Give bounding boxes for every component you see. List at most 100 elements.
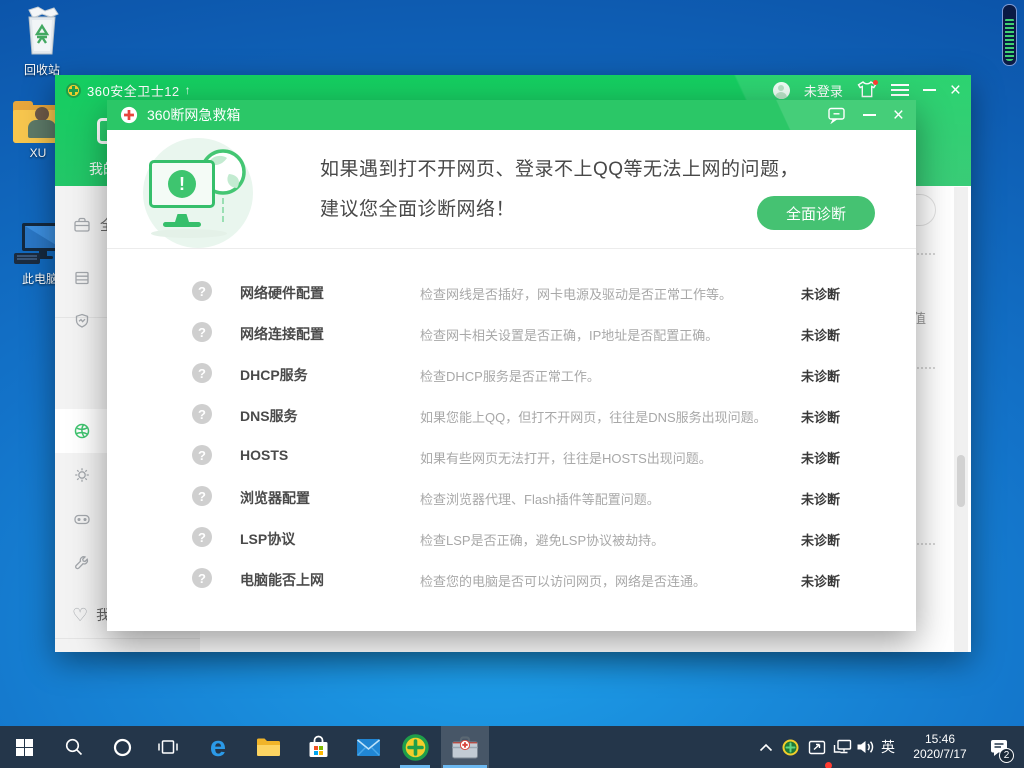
feedback-icon[interactable]	[827, 106, 846, 124]
diagnostic-status: 未诊断	[801, 284, 840, 303]
question-status-icon: ?	[192, 568, 212, 588]
close-button[interactable]: ×	[950, 81, 961, 100]
dashed-stem	[222, 198, 224, 222]
theme-skin-icon[interactable]	[857, 81, 877, 99]
start-button[interactable]	[0, 726, 48, 768]
full-diagnose-button[interactable]: 全面诊断	[757, 196, 875, 230]
desktop-icon-recycle-bin[interactable]: 回收站	[4, 6, 80, 78]
content-fragment-dots	[913, 543, 935, 545]
content-fragment-dots	[913, 367, 935, 369]
diagnostic-name: DHCP服务	[240, 365, 308, 385]
tray-show-hidden-icons[interactable]	[754, 726, 778, 768]
skin-up-arrow-icon: ↑	[185, 83, 191, 97]
diagnostic-description: 检查浏览器代理、Flash插件等配置问题。	[420, 489, 660, 508]
diagnostic-description: 检查网线是否插好，网卡电源及驱动是否正常工作等。	[420, 284, 732, 303]
diagnostic-row[interactable]: ? 浏览器配置 检查浏览器代理、Flash插件等配置问题。 未诊断	[107, 476, 916, 517]
cortana-button[interactable]	[100, 726, 144, 768]
diagnostic-row[interactable]: ? 网络连接配置 检查网卡相关设置是否正确，IP地址是否配置正确。 未诊断	[107, 312, 916, 353]
360-logo-icon	[66, 83, 81, 98]
scrollbar-track[interactable]	[954, 187, 968, 652]
diagnostic-row[interactable]: ? HOSTS 如果有些网页无法打开，往往是HOSTS出现问题。 未诊断	[107, 435, 916, 476]
user-avatar[interactable]	[773, 82, 790, 99]
diagnostic-list: ? 网络硬件配置 检查网线是否插好，网卡电源及驱动是否正常工作等。 未诊断 ? …	[107, 249, 916, 631]
diagnostic-row[interactable]: ? 网络硬件配置 检查网线是否插好，网卡电源及驱动是否正常工作等。 未诊断	[107, 271, 916, 312]
taskbar-360-security-button[interactable]	[392, 726, 438, 768]
edge-icon: e	[210, 733, 226, 762]
header-line1: 如果遇到打不开网页、登录不上QQ等无法上网的问题，	[320, 150, 799, 190]
task-view-button[interactable]	[146, 726, 190, 768]
wrench-icon	[72, 553, 92, 573]
shield-icon	[72, 311, 92, 331]
file-explorer-button[interactable]	[244, 726, 292, 768]
question-status-icon: ?	[192, 404, 212, 424]
question-status-icon: ?	[192, 445, 212, 465]
diagnostic-description: 检查LSP是否正确，避免LSP协议被劫持。	[420, 530, 664, 549]
question-status-icon: ?	[192, 527, 212, 547]
exclamation-icon: !	[168, 170, 196, 198]
tray-360-icon[interactable]	[778, 726, 802, 768]
diagnostic-name: LSP协议	[240, 529, 295, 549]
content-fragment-dots	[913, 253, 935, 255]
diagnostic-status: 未诊断	[801, 407, 840, 426]
diagnostic-name: DNS服务	[240, 406, 298, 426]
header-line2: 建议您全面诊断网络！	[320, 190, 799, 230]
dialog-title: 360断网急救箱	[147, 105, 240, 125]
diagnostic-name: HOSTS	[240, 447, 288, 463]
diagnostic-description: 检查您的电脑是否可以访问网页，网络是否连通。	[420, 571, 706, 590]
diagnostic-row[interactable]: ? LSP协议 检查LSP是否正确，避免LSP协议被劫持。 未诊断	[107, 517, 916, 558]
diagnostic-name: 网络连接配置	[240, 324, 324, 344]
heart-icon: ♡	[72, 606, 88, 624]
search-button[interactable]	[52, 726, 96, 768]
dialog-titlebar[interactable]: 360断网急救箱 ×	[107, 100, 916, 130]
mail-button[interactable]	[344, 726, 392, 768]
diagnostic-description: 如果您能上QQ，但打不开网页，往往是DNS服务出现问题。	[420, 407, 767, 426]
tray-volume-icon[interactable]	[852, 726, 878, 768]
login-status-label[interactable]: 未登录	[804, 81, 843, 100]
desktop: { "colors": { "brand_green": "#14ce60", …	[0, 0, 1024, 768]
tray-network-icon[interactable]	[830, 726, 854, 768]
tray-clock[interactable]: 15:46 2020/7/17	[898, 726, 982, 768]
diagnostic-description: 如果有些网页无法打开，往往是HOSTS出现问题。	[420, 448, 712, 467]
diagnostic-status: 未诊断	[801, 489, 840, 508]
dialog-header-text: 如果遇到打不开网页、登录不上QQ等无法上网的问题， 建议您全面诊断网络！	[320, 150, 799, 230]
edge-browser-button[interactable]: e	[194, 726, 242, 768]
tray-ime-indicator[interactable]: 英	[876, 726, 900, 768]
main-window-title: 360安全卫士12	[87, 81, 180, 100]
question-status-icon: ?	[192, 281, 212, 301]
ime-label: 英	[881, 737, 895, 757]
notification-count-badge: 2	[999, 748, 1014, 763]
taskbar-first-aid-button[interactable]	[441, 726, 489, 768]
menu-icon[interactable]	[891, 84, 909, 96]
diagnostic-status: 未诊断	[801, 448, 840, 467]
diagnostic-row[interactable]: ? DHCP服务 检查DHCP服务是否正常工作。 未诊断	[107, 353, 916, 394]
diagnostic-row[interactable]: ? 电脑能否上网 检查您的电脑是否可以访问网页，网络是否连通。 未诊断	[107, 558, 916, 599]
question-status-icon: ?	[192, 486, 212, 506]
volume-level-widget	[1002, 4, 1017, 66]
dialog-network-first-aid[interactable]: 360断网急救箱 × ! 如果遇到打不开网页、登录不上QQ等无法上网的问题， 建	[107, 100, 916, 631]
diagnostic-status: 未诊断	[801, 366, 840, 385]
diagnostic-description: 检查DHCP服务是否正常工作。	[420, 366, 600, 385]
diagnostic-row[interactable]: ? DNS服务 如果您能上QQ，但打不开网页，往往是DNS服务出现问题。 未诊断	[107, 394, 916, 435]
taskbar: e 英 15:46 2020/7/17	[0, 726, 1024, 768]
minimize-button[interactable]	[923, 89, 936, 91]
diagnostic-description: 检查网卡相关设置是否正确，IP地址是否配置正确。	[420, 325, 718, 344]
gear-icon	[72, 465, 92, 485]
question-status-icon: ?	[192, 363, 212, 383]
dialog-header: ! 如果遇到打不开网页、登录不上QQ等无法上网的问题， 建议您全面诊断网络！ 全…	[107, 130, 916, 249]
diagnostic-status: 未诊断	[801, 530, 840, 549]
store-button[interactable]	[294, 726, 342, 768]
diagnostic-name: 浏览器配置	[240, 488, 310, 508]
minimize-button[interactable]	[863, 114, 876, 116]
level-fill-bars	[1005, 17, 1014, 61]
layers-icon	[72, 268, 92, 288]
scrollbar-thumb[interactable]	[957, 455, 965, 507]
tray-update-icon[interactable]	[804, 726, 830, 768]
clock-time: 15:46	[898, 732, 982, 747]
globe-icon	[72, 421, 92, 441]
close-button[interactable]: ×	[893, 106, 904, 125]
diagnostic-name: 网络硬件配置	[240, 283, 324, 303]
question-status-icon: ?	[192, 322, 212, 342]
first-aid-icon	[120, 106, 138, 124]
sidebar-separator	[55, 638, 200, 639]
monitor-illustration-icon: !	[149, 160, 215, 208]
